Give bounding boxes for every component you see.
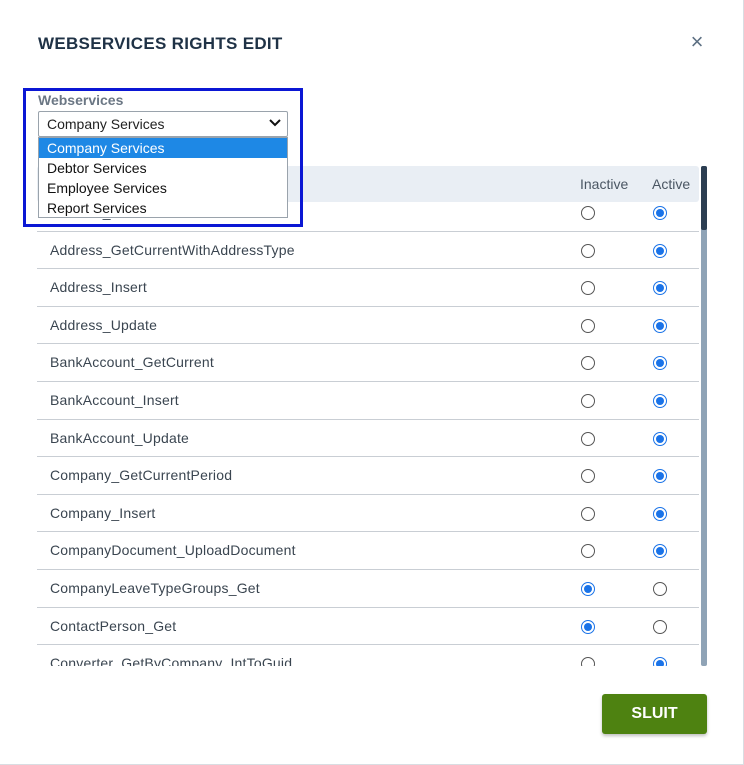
inactive-radio[interactable] xyxy=(581,431,595,446)
table-row: BankAccount_GetCurrent xyxy=(37,344,699,382)
inactive-radio[interactable] xyxy=(581,393,595,408)
table-scrollbar[interactable] xyxy=(701,166,707,666)
rights-table: Inactive Active Address_GetCurrentAddres… xyxy=(37,166,699,666)
webservice-name: Converter_GetByCompany_IntToGuid xyxy=(50,655,293,666)
inactive-radio[interactable] xyxy=(581,506,595,521)
inactive-radio[interactable] xyxy=(581,318,595,333)
webservice-name: ContactPerson_Get xyxy=(50,617,177,634)
active-radio[interactable] xyxy=(653,619,667,634)
chevron-down-icon xyxy=(269,119,281,127)
webservice-name: BankAccount_GetCurrent xyxy=(50,354,214,371)
active-radio[interactable] xyxy=(653,281,667,296)
webservice-name: BankAccount_Update xyxy=(50,429,190,446)
option-employee-services[interactable]: Employee Services xyxy=(39,178,287,198)
inactive-radio[interactable] xyxy=(581,619,595,634)
table-row: Converter_GetByCompany_IntToGuid xyxy=(37,645,699,666)
webservice-name: CompanyDocument_UploadDocument xyxy=(50,542,296,559)
inactive-radio[interactable] xyxy=(581,206,595,220)
inactive-radio[interactable] xyxy=(581,281,595,296)
table-row: Address_Update xyxy=(37,307,699,345)
table-row: CompanyLeaveTypeGroups_Get xyxy=(37,570,699,608)
column-header-inactive: Inactive xyxy=(580,176,629,192)
active-radio[interactable] xyxy=(653,469,667,484)
active-radio[interactable] xyxy=(653,544,667,559)
webservice-name: Company_GetCurrentPeriod xyxy=(50,467,233,484)
table-row: Address_Insert xyxy=(37,269,699,307)
dialog-title: WEBSERVICES RIGHTS EDIT xyxy=(38,34,283,53)
active-radio[interactable] xyxy=(653,431,667,446)
webservices-label: Webservices xyxy=(38,92,124,108)
active-radio[interactable] xyxy=(653,243,667,258)
active-radio[interactable] xyxy=(653,581,667,596)
inactive-radio[interactable] xyxy=(581,657,595,666)
active-radio[interactable] xyxy=(653,356,667,371)
inactive-radio[interactable] xyxy=(581,356,595,371)
active-radio[interactable] xyxy=(653,318,667,333)
table-row: BankAccount_Update xyxy=(37,420,699,458)
active-radio[interactable] xyxy=(653,393,667,408)
table-row: BankAccount_Insert xyxy=(37,382,699,420)
active-radio[interactable] xyxy=(653,206,667,220)
inactive-radio[interactable] xyxy=(581,469,595,484)
option-company-services[interactable]: Company Services xyxy=(39,138,287,158)
webservice-name: Address_Insert xyxy=(50,279,147,296)
table-row: Company_GetCurrentPeriod xyxy=(37,457,699,495)
column-header-active: Active xyxy=(652,176,691,192)
inactive-radio[interactable] xyxy=(581,581,595,596)
inactive-radio[interactable] xyxy=(581,544,595,559)
inactive-radio[interactable] xyxy=(581,243,595,258)
table-row: ContactPerson_Get xyxy=(37,608,699,646)
webservices-select-value: Company Services xyxy=(47,116,165,132)
webservices-options-list: Company Services Debtor Services Employe… xyxy=(38,137,288,218)
close-icon[interactable]: × xyxy=(686,30,708,54)
option-report-services[interactable]: Report Services xyxy=(39,198,287,218)
table-row: Address_GetCurrentWithAddressType xyxy=(37,232,699,270)
webservice-name: Address_GetCurrentWithAddressType xyxy=(50,241,295,258)
active-radio[interactable] xyxy=(653,506,667,521)
webservices-select[interactable]: Company Services xyxy=(38,111,288,137)
sluit-button[interactable]: SLUIT xyxy=(602,694,707,734)
webservice-name: CompanyLeaveTypeGroups_Get xyxy=(50,579,260,596)
table-row: CompanyDocument_UploadDocument xyxy=(37,532,699,570)
scrollbar-thumb[interactable] xyxy=(701,166,707,230)
table-body: Address_GetCurrentAddress_GetCurrentWith… xyxy=(37,194,699,666)
webservice-name: BankAccount_Insert xyxy=(50,391,179,408)
rights-edit-dialog: WEBSERVICES RIGHTS EDIT × Webservices In… xyxy=(0,0,744,765)
webservice-name: Company_Insert xyxy=(50,504,156,521)
webservice-name: Address_Update xyxy=(50,316,158,333)
option-debtor-services[interactable]: Debtor Services xyxy=(39,158,287,178)
table-row: Company_Insert xyxy=(37,495,699,533)
active-radio[interactable] xyxy=(653,657,667,666)
